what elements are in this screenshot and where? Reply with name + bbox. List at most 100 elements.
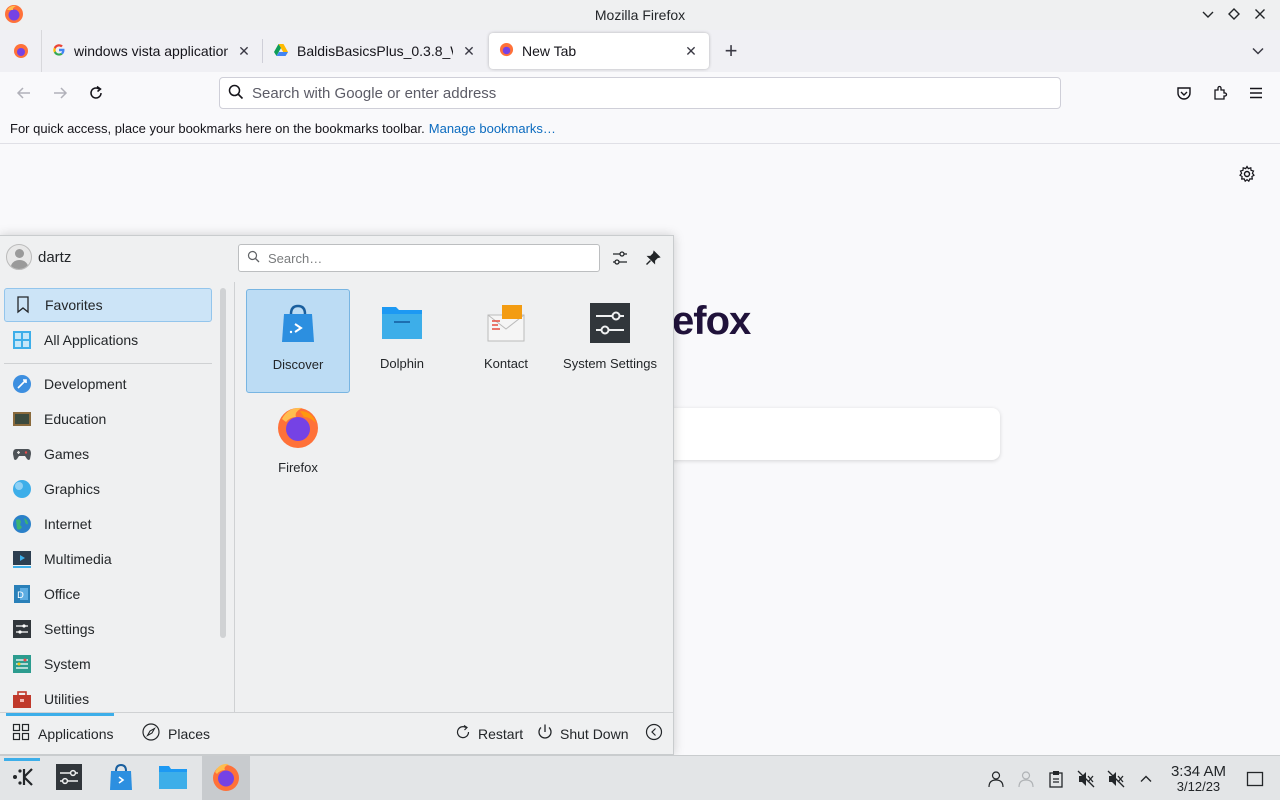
taskbar-dolphin[interactable] xyxy=(150,756,196,800)
address-bar[interactable]: Search with Google or enter address xyxy=(219,77,1061,109)
multimedia-icon xyxy=(12,549,32,569)
tab-google-drive[interactable]: BaldisBasicsPlus_0.3.8_Win ✕ xyxy=(263,33,487,69)
firefox-icon xyxy=(211,762,241,795)
tab-strip: windows vista applications ✕ BaldisBasic… xyxy=(0,30,1280,72)
forward-button[interactable] xyxy=(42,75,78,111)
tab-label: Places xyxy=(168,725,211,742)
show-desktop-button[interactable] xyxy=(1240,764,1270,794)
category-office[interactable]: D Office xyxy=(4,577,212,611)
drive-icon xyxy=(273,43,289,60)
kde-launcher-icon xyxy=(11,765,35,792)
bookmarks-toolbar: For quick access, place your bookmarks h… xyxy=(0,114,1280,144)
tab-places[interactable]: Places xyxy=(142,723,210,744)
close-button[interactable] xyxy=(1250,4,1270,24)
app-label: Dolphin xyxy=(379,356,425,371)
category-utilities[interactable]: Utilities xyxy=(4,682,212,712)
category-label: Education xyxy=(44,411,107,427)
app-system-settings[interactable]: System Settings xyxy=(558,289,662,393)
development-icon xyxy=(12,374,32,394)
close-tab-button[interactable]: ✕ xyxy=(461,43,477,59)
app-firefox[interactable]: Firefox xyxy=(246,393,350,497)
firefox-wordmark: efox xyxy=(672,299,751,343)
microphone-muted-icon[interactable] xyxy=(1101,764,1131,794)
back-button[interactable] xyxy=(6,75,42,111)
category-label: Development xyxy=(44,376,127,392)
divider xyxy=(4,363,212,364)
category-internet[interactable]: Internet xyxy=(4,507,212,541)
menu-button[interactable] xyxy=(1238,75,1274,111)
more-session-options-button[interactable] xyxy=(645,723,663,744)
user-switcher-icon[interactable] xyxy=(981,764,1011,794)
manage-bookmarks-link[interactable]: Manage bookmarks… xyxy=(429,121,556,136)
tab-label: BaldisBasicsPlus_0.3.8_Win xyxy=(297,43,453,59)
maximize-button[interactable] xyxy=(1224,4,1244,24)
pocket-button[interactable] xyxy=(1166,75,1202,111)
category-graphics[interactable]: Graphics xyxy=(4,472,212,506)
category-games[interactable]: Games xyxy=(4,437,212,471)
category-label: Multimedia xyxy=(44,551,112,567)
digital-clock[interactable]: 3:34 AM 3/12/23 xyxy=(1171,764,1226,794)
gear-icon[interactable] xyxy=(1238,165,1258,185)
firefox-view-button[interactable] xyxy=(0,30,42,72)
launcher-search-input[interactable]: Search… xyxy=(238,244,600,272)
launcher-footer: Applications Places Restart Shut Down xyxy=(0,712,673,756)
clipboard-icon[interactable] xyxy=(1041,764,1071,794)
category-label: Settings xyxy=(44,621,95,637)
shutdown-label: Shut Down xyxy=(560,725,629,742)
new-tab-button[interactable]: + xyxy=(713,33,749,69)
category-education[interactable]: Education xyxy=(4,402,212,436)
shutdown-button[interactable]: Shut Down xyxy=(536,723,628,744)
launcher-header: dartz Search… xyxy=(0,236,673,282)
pin-icon[interactable] xyxy=(641,246,665,270)
extensions-button[interactable] xyxy=(1202,75,1238,111)
divider xyxy=(234,282,235,712)
category-favorites[interactable]: Favorites xyxy=(4,288,212,322)
grid-icon xyxy=(12,330,32,350)
configure-button[interactable] xyxy=(608,246,632,270)
tab-applications[interactable]: Applications xyxy=(12,723,114,744)
user-profile[interactable]: dartz xyxy=(6,244,71,270)
network-disconnected-icon[interactable] xyxy=(1011,764,1041,794)
category-multimedia[interactable]: Multimedia xyxy=(4,542,212,576)
discover-icon xyxy=(276,302,320,346)
compass-icon xyxy=(142,723,160,744)
taskbar-system-settings[interactable] xyxy=(46,756,92,800)
category-all-applications[interactable]: All Applications xyxy=(4,323,212,357)
category-settings[interactable]: Settings xyxy=(4,612,212,646)
category-label: All Applications xyxy=(44,332,139,348)
category-label: Office xyxy=(44,586,81,602)
tab-google-search[interactable]: windows vista applications ✕ xyxy=(42,33,262,69)
newtab-search-box[interactable] xyxy=(660,408,1000,460)
search-placeholder: Search… xyxy=(268,250,323,266)
application-launcher: dartz Search… Favorites All Applications… xyxy=(0,235,674,755)
category-scrollbar[interactable] xyxy=(220,288,226,638)
app-kontact[interactable]: Kontact xyxy=(454,289,558,393)
taskbar-firefox[interactable] xyxy=(202,756,250,800)
search-icon xyxy=(247,250,260,266)
settings-icon xyxy=(12,619,32,639)
volume-muted-icon[interactable] xyxy=(1071,764,1101,794)
system-settings-icon xyxy=(55,763,83,794)
app-label: System Settings xyxy=(563,356,657,371)
close-tab-button[interactable]: ✕ xyxy=(683,43,699,59)
application-launcher-button[interactable] xyxy=(0,756,46,800)
chevron-up-icon[interactable] xyxy=(1131,764,1161,794)
restart-button[interactable]: Restart xyxy=(454,723,523,744)
app-discover[interactable]: Discover xyxy=(246,289,350,393)
close-tab-button[interactable]: ✕ xyxy=(236,43,252,59)
reload-button[interactable] xyxy=(78,75,114,111)
kontact-icon xyxy=(484,301,528,345)
app-label: Kontact xyxy=(483,356,529,371)
folder-icon xyxy=(158,763,188,794)
system-icon xyxy=(12,654,32,674)
system-tray: 3:34 AM 3/12/23 xyxy=(981,756,1280,800)
tab-new-tab[interactable]: New Tab ✕ xyxy=(489,33,709,69)
grid-icon xyxy=(12,723,30,744)
taskbar-discover[interactable] xyxy=(98,756,144,800)
minimize-button[interactable] xyxy=(1198,4,1218,24)
category-system[interactable]: System xyxy=(4,647,212,681)
firefox-icon xyxy=(276,405,320,449)
category-development[interactable]: Development xyxy=(4,367,212,401)
list-all-tabs-button[interactable] xyxy=(1246,39,1270,63)
app-dolphin[interactable]: Dolphin xyxy=(350,289,454,393)
